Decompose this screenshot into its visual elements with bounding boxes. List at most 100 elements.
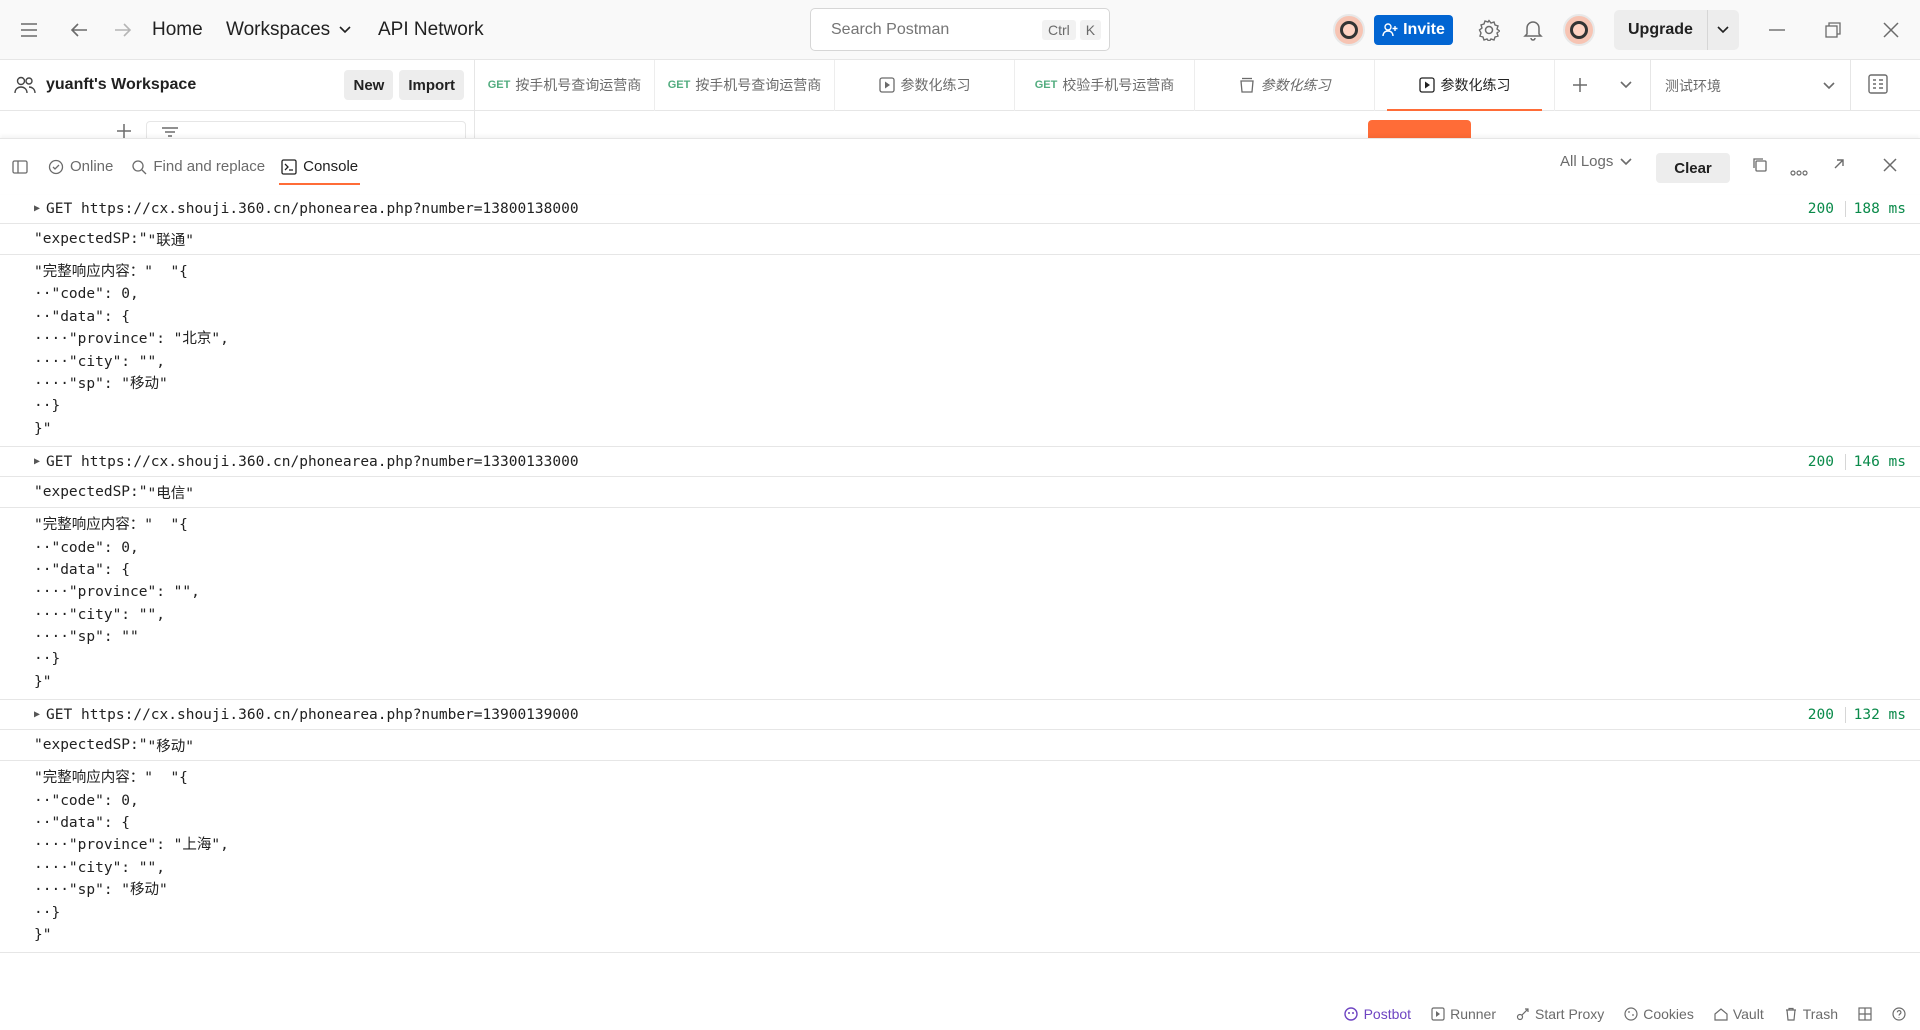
environment-quick-look-icon[interactable]: [1867, 73, 1889, 99]
forward-arrow-icon[interactable]: [108, 12, 138, 48]
expand-triangle-icon[interactable]: ▶: [34, 709, 40, 720]
chevron-down-icon: [339, 26, 351, 34]
tab-method: GET: [1034, 79, 1058, 91]
log-key: "expectedSP:": [34, 231, 148, 247]
runner-button[interactable]: Runner: [1431, 1006, 1496, 1022]
log-value: "移动": [147, 738, 194, 755]
tab-label: 校验手机号运营商: [1062, 77, 1175, 93]
log-value: "联通": [147, 232, 194, 249]
menu-icon[interactable]: [14, 12, 44, 48]
postbot-button[interactable]: Postbot: [1343, 1006, 1411, 1022]
tabs-chevron-down-icon[interactable]: [1605, 60, 1647, 111]
tab-runner-1[interactable]: 参数化练习: [835, 59, 1015, 111]
toggle-sidebar-icon[interactable]: [6, 139, 34, 195]
tab-collection[interactable]: 参数化练习: [1195, 59, 1375, 111]
filter-icon: [162, 127, 178, 137]
request-tabs: GET 按手机号查询运营商 GET 按手机号查询运营商 参数化练习 GET 校验…: [475, 59, 1647, 111]
more-options-icon[interactable]: [1790, 163, 1808, 180]
close-console-icon[interactable]: [1882, 157, 1898, 177]
workspace-header: yuanft's Workspace New Import: [0, 59, 475, 111]
team-icon: [14, 76, 36, 94]
log-line: ··}: [34, 651, 61, 668]
nav-api-network[interactable]: API Network: [366, 12, 496, 48]
log-line: ··"data": {: [34, 308, 131, 325]
log-line: }": [34, 420, 52, 437]
tab-request-1[interactable]: GET 按手机号查询运营商: [475, 59, 655, 111]
tab-label: 参数化练习: [1260, 77, 1331, 93]
copy-icon[interactable]: [1752, 157, 1768, 177]
sidebar-filter-input[interactable]: [146, 121, 466, 139]
proxy-icon: [1516, 1008, 1529, 1021]
upgrade-button[interactable]: Upgrade: [1614, 10, 1739, 50]
sidebar-peek: [0, 111, 475, 139]
tab-request-3[interactable]: GET 校验手机号运营商: [1015, 59, 1195, 111]
run-again-button[interactable]: [1368, 120, 1471, 139]
clear-button[interactable]: Clear: [1656, 153, 1730, 183]
request-log-row[interactable]: ▶ GET https://cx.shouji.360.cn/phonearea…: [0, 194, 1920, 224]
layout-grid-icon[interactable]: [1858, 1007, 1872, 1021]
request-method: GET: [46, 200, 73, 217]
log-key: "完整响应内容：": [34, 517, 153, 534]
invite-button[interactable]: Invite: [1374, 15, 1453, 45]
log-level-dropdown[interactable]: All Logs: [1560, 153, 1633, 170]
tab-request-2[interactable]: GET 按手机号查询运营商: [655, 59, 835, 111]
chevron-down-icon: [1823, 81, 1835, 89]
log-message: "expectedSP:" "电信": [0, 477, 1920, 509]
notification-bell-icon[interactable]: [1518, 12, 1548, 48]
request-log-row[interactable]: ▶ GET https://cx.shouji.360.cn/phonearea…: [0, 700, 1920, 731]
nav-workspaces-label: Workspaces: [226, 19, 331, 40]
environment-selector[interactable]: 测试环境: [1650, 60, 1851, 111]
log-value: "电信": [147, 485, 194, 502]
minimize-icon[interactable]: [1762, 12, 1792, 48]
start-proxy-button[interactable]: Start Proxy: [1516, 1006, 1604, 1022]
tab-label: 参数化练习: [1440, 77, 1511, 93]
search-input[interactable]: [831, 20, 1038, 39]
user-avatar[interactable]: [1563, 14, 1595, 46]
workspace-name[interactable]: yuanft's Workspace: [46, 76, 344, 94]
search-box[interactable]: Ctrl K: [810, 8, 1110, 51]
tab-label: 按手机号查询运营商: [695, 77, 822, 93]
back-arrow-icon[interactable]: [64, 12, 94, 48]
top-header: Home Workspaces API Network Ctrl K Invit…: [0, 0, 1920, 60]
trash-icon: [1785, 1007, 1796, 1021]
find-replace-label: Find and replace: [153, 158, 266, 175]
status-code: 200: [1807, 453, 1834, 470]
tab-runner-active[interactable]: 参数化练习: [1375, 59, 1555, 111]
team-avatar[interactable]: [1333, 14, 1365, 46]
log-line: ····"sp": "": [34, 629, 139, 646]
log-line: ····"city": "",: [34, 353, 165, 370]
tab-console[interactable]: Console: [275, 139, 364, 195]
response-time: 146 ms: [1853, 453, 1906, 470]
cookies-button[interactable]: Cookies: [1624, 1006, 1694, 1022]
plus-icon[interactable]: [116, 123, 132, 139]
vault-button[interactable]: Vault: [1714, 1006, 1764, 1022]
settings-gear-icon[interactable]: [1474, 12, 1504, 48]
log-line: ····"city": "",: [34, 606, 165, 623]
online-status[interactable]: Online: [42, 139, 119, 195]
new-tab-plus-icon[interactable]: [1555, 60, 1605, 111]
log-line: ··}: [34, 398, 61, 415]
trash-button[interactable]: Trash: [1784, 1006, 1838, 1022]
runner-label: Runner: [1450, 1006, 1496, 1022]
expand-triangle-icon[interactable]: ▶: [34, 203, 40, 214]
request-log-row[interactable]: ▶ GET https://cx.shouji.360.cn/phonearea…: [0, 447, 1920, 478]
expand-triangle-icon[interactable]: ▶: [34, 456, 40, 467]
trash-label: Trash: [1802, 1006, 1838, 1022]
chevron-down-icon[interactable]: [1708, 25, 1739, 35]
restore-icon[interactable]: [1818, 12, 1848, 48]
import-button[interactable]: Import: [399, 70, 464, 100]
expand-icon[interactable]: [1832, 157, 1846, 175]
help-icon[interactable]: [1892, 1007, 1906, 1021]
log-line: ··"code": 0,: [34, 286, 139, 303]
collection-icon: [1239, 77, 1254, 93]
log-line: "完整响应内容：" "{: [34, 264, 188, 280]
find-and-replace-button[interactable]: Find and replace: [125, 139, 271, 195]
console-icon: [281, 158, 297, 175]
nav-workspaces[interactable]: Workspaces: [214, 12, 364, 48]
new-button[interactable]: New: [344, 70, 394, 100]
log-line: "完整响应内容：" "{: [34, 770, 188, 787]
log-key: "完整响应内容：": [34, 264, 153, 280]
close-icon[interactable]: [1876, 12, 1906, 48]
nav-home[interactable]: Home: [140, 12, 215, 48]
log-line: ··"data": {: [34, 561, 131, 578]
